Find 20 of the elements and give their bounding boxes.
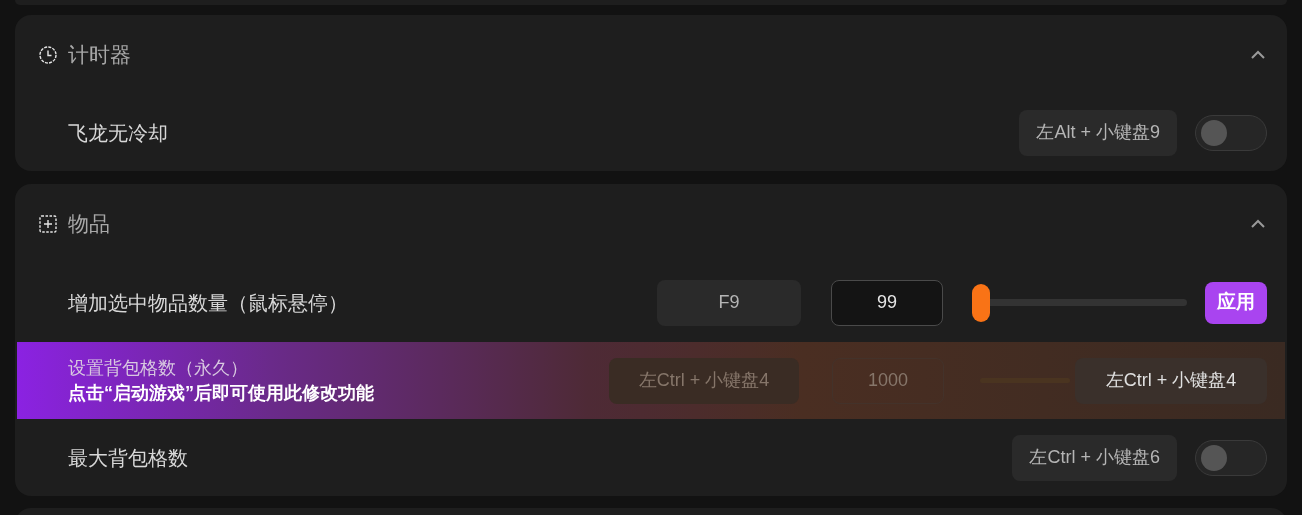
slider-thumb[interactable] (972, 283, 990, 322)
toggle-switch[interactable] (1195, 439, 1267, 476)
option-label: 最大背包格数 (68, 445, 189, 471)
plus-square-icon (38, 213, 58, 234)
locked-notice: 点击“启动游戏”后即可使用此修改功能 (68, 381, 375, 405)
value-field: 1000 (832, 357, 944, 404)
clock-icon (38, 44, 58, 65)
option-label: 设置背包格数（永久） (68, 356, 249, 380)
option-label: 飞龙无冷却 (68, 120, 169, 146)
option-label: 增加选中物品数量（鼠标悬停） (68, 290, 349, 316)
hotkey-button[interactable]: 左Alt + 小键盘9 (1019, 109, 1177, 156)
slider-track[interactable] (972, 283, 1187, 322)
hotkey-button[interactable]: 左Ctrl + 小键盘6 (1012, 434, 1177, 481)
section-title: 计时器 (68, 41, 132, 68)
toggle-switch[interactable] (1195, 114, 1267, 151)
apply-button[interactable]: 应用 (1205, 281, 1267, 324)
hotkey-button[interactable]: 左Ctrl + 小键盘4 (1075, 357, 1267, 404)
section-title: 物品 (68, 210, 111, 237)
value-field[interactable]: 99 (831, 279, 943, 326)
hotkey-button[interactable]: F9 (657, 279, 801, 326)
